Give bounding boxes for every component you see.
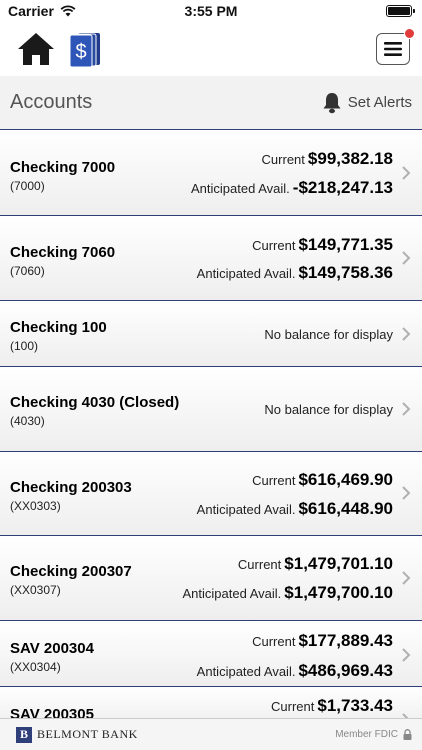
current-label: Current bbox=[252, 634, 296, 649]
current-balance: $149,771.35 bbox=[298, 235, 393, 254]
current-balance-line: Current $1,733.43 bbox=[271, 696, 393, 716]
current-balance: $1,479,701.10 bbox=[284, 554, 393, 573]
current-balance-line: Current $149,771.35 bbox=[252, 235, 393, 255]
account-row[interactable]: Checking 4030 (Closed) (4030) No balance… bbox=[0, 367, 422, 452]
hamburger-menu-icon bbox=[384, 42, 402, 56]
anticipated-label: Anticipated Avail. bbox=[191, 181, 290, 196]
account-number: (XX0303) bbox=[10, 499, 61, 513]
account-row[interactable]: Checking 100 (100) No balance for displa… bbox=[0, 301, 422, 367]
current-balance: $99,382.18 bbox=[307, 149, 393, 168]
current-balance-line: Current $99,382.18 bbox=[262, 149, 393, 169]
bell-icon bbox=[323, 92, 341, 113]
chevron-right-icon bbox=[402, 486, 411, 500]
account-row[interactable]: Checking 7000 (7000) Current $99,382.18 … bbox=[0, 131, 422, 216]
account-name: Checking 100 bbox=[10, 319, 107, 336]
page-title: Accounts bbox=[10, 91, 93, 113]
anticipated-balance-line: Anticipated Avail. $1,479,700.10 bbox=[183, 583, 394, 603]
no-balance-message: No balance for display bbox=[264, 402, 393, 417]
anticipated-balance-line: Anticipated Avail. $616,448.90 bbox=[197, 499, 393, 519]
top-toolbar: $ bbox=[0, 22, 422, 76]
anticipated-balance-line: Anticipated Avail. $486,969.43 bbox=[197, 661, 393, 681]
anticipated-balance: $616,448.90 bbox=[298, 499, 393, 518]
svg-text:$: $ bbox=[75, 41, 86, 63]
account-number: (XX0304) bbox=[10, 660, 61, 674]
anticipated-balance: $486,969.43 bbox=[298, 661, 393, 680]
anticipated-balance: -$218,247.13 bbox=[292, 178, 393, 197]
accounts-list: Checking 7000 (7000) Current $99,382.18 … bbox=[0, 131, 422, 727]
anticipated-label: Anticipated Avail. bbox=[182, 586, 282, 601]
account-row[interactable]: SAV 200304 (XX0304) Current $177,889.43 … bbox=[0, 621, 422, 687]
status-bar: Carrier 3:55 PM bbox=[0, 0, 422, 22]
current-label: Current bbox=[271, 699, 315, 714]
chevron-right-icon bbox=[402, 571, 411, 585]
account-row[interactable]: Checking 7060 (7060) Current $149,771.35… bbox=[0, 216, 422, 301]
chevron-right-icon bbox=[402, 402, 411, 416]
account-number: (XX0307) bbox=[10, 583, 61, 597]
account-name: SAV 200304 bbox=[10, 640, 94, 657]
carrier-label: Carrier bbox=[8, 3, 54, 19]
set-alerts-label: Set Alerts bbox=[347, 94, 412, 111]
chevron-right-icon bbox=[402, 327, 411, 341]
fdic-label: Member FDIC bbox=[335, 729, 398, 740]
account-name: Checking 7060 bbox=[10, 244, 116, 261]
account-row[interactable]: Checking 200303 (XX0303) Current $616,46… bbox=[0, 452, 422, 536]
wifi-icon bbox=[60, 5, 76, 17]
anticipated-balance: $149,758.36 bbox=[298, 263, 393, 282]
current-label: Current bbox=[237, 557, 282, 572]
current-balance: $1,733.43 bbox=[317, 696, 393, 715]
anticipated-label: Anticipated Avail. bbox=[196, 502, 296, 517]
anticipated-label: Anticipated Avail. bbox=[196, 266, 296, 281]
current-balance-line: Current $1,479,701.10 bbox=[238, 554, 393, 574]
current-balance-line: Current $177,889.43 bbox=[252, 631, 393, 651]
set-alerts-button[interactable]: Set Alerts bbox=[322, 92, 412, 114]
current-label: Current bbox=[261, 152, 305, 167]
fdic-notice: Member FDIC bbox=[335, 729, 412, 740]
accounts-header: Accounts Set Alerts bbox=[0, 76, 422, 130]
current-balance: $616,469.90 bbox=[298, 470, 393, 489]
bank-name: BELMONT BANK bbox=[37, 727, 138, 741]
chevron-right-icon bbox=[402, 648, 411, 662]
lock-icon bbox=[403, 729, 412, 740]
footer: B BELMONT BANK Member FDIC bbox=[0, 718, 422, 750]
account-number: (100) bbox=[10, 339, 39, 353]
account-name: Checking 200303 bbox=[10, 479, 132, 496]
account-number: (4030) bbox=[10, 414, 45, 428]
current-label: Current bbox=[252, 238, 296, 253]
current-balance-line: Current $616,469.90 bbox=[252, 470, 393, 490]
account-name: Checking 200307 bbox=[10, 563, 132, 580]
bank-logo: B bbox=[16, 726, 32, 743]
account-number: (7060) bbox=[10, 264, 45, 278]
notification-dot bbox=[404, 28, 415, 39]
account-number: (7000) bbox=[10, 179, 45, 193]
home-icon bbox=[18, 33, 54, 65]
no-balance-message: No balance for display bbox=[264, 327, 393, 342]
account-row[interactable]: Checking 200307 (XX0307) Current $1,479,… bbox=[0, 536, 422, 621]
battery-icon bbox=[386, 5, 415, 17]
chevron-right-icon bbox=[402, 166, 411, 180]
anticipated-balance-line: Anticipated Avail. $149,758.36 bbox=[197, 263, 393, 283]
anticipated-balance-line: Anticipated Avail. -$218,247.13 bbox=[191, 178, 393, 198]
anticipated-balance: $1,479,700.10 bbox=[284, 583, 393, 602]
anticipated-label: Anticipated Avail. bbox=[196, 664, 296, 679]
menu-button[interactable] bbox=[376, 28, 415, 65]
home-button[interactable] bbox=[16, 29, 56, 69]
account-name: Checking 4030 (Closed) bbox=[10, 394, 180, 411]
accounts-button[interactable]: $ bbox=[68, 30, 102, 68]
chevron-right-icon bbox=[402, 251, 411, 265]
dollar-cards-icon: $ bbox=[69, 33, 100, 68]
current-label: Current bbox=[252, 473, 296, 488]
current-balance: $177,889.43 bbox=[298, 631, 393, 650]
account-name: Checking 7000 bbox=[10, 159, 116, 176]
